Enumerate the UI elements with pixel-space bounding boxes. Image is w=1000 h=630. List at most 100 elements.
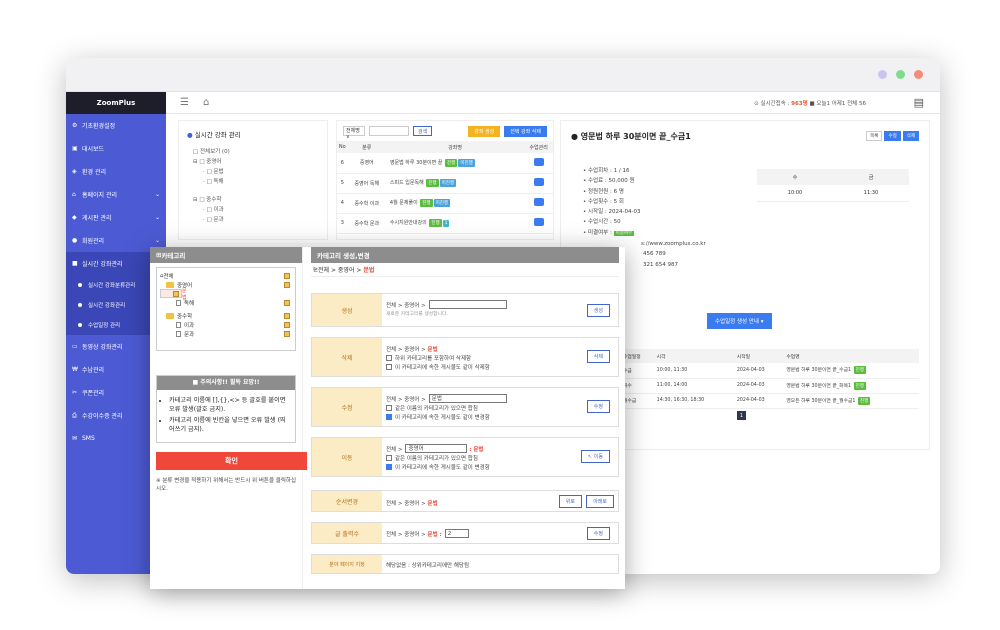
status-badge: 미진행 bbox=[458, 158, 475, 167]
col-header: 수 bbox=[757, 169, 833, 185]
book-icon[interactable]: ▤ bbox=[914, 96, 924, 109]
window-dot-purple[interactable] bbox=[878, 70, 887, 79]
delete-option-2[interactable]: 이 카테고리에 속한 게시물도 같이 삭제함 bbox=[386, 362, 558, 371]
tree-item-folder[interactable]: 중영어 bbox=[160, 280, 292, 289]
row-title[interactable]: 영문법 하루 30분이면 끝 진행 미진행 bbox=[385, 153, 525, 174]
edit-icon[interactable] bbox=[284, 312, 290, 319]
list-button[interactable]: 목록 bbox=[866, 131, 883, 141]
checkbox-checked[interactable] bbox=[386, 413, 392, 420]
checkbox[interactable] bbox=[386, 354, 392, 361]
sidebar-item-homepage[interactable]: ⌂ 홈페이지 관리 ⌄ bbox=[66, 183, 166, 206]
tree-item[interactable]: □ 전체보기 (0) bbox=[193, 147, 327, 157]
create-course-button[interactable]: 강좌 생성 bbox=[468, 125, 501, 137]
menu-icon[interactable]: ☰ bbox=[180, 97, 189, 108]
move-up-button[interactable]: 위로 bbox=[558, 495, 582, 508]
delete-button[interactable]: 삭제 bbox=[586, 350, 610, 363]
tree-item[interactable]: 이과 bbox=[160, 320, 292, 329]
table-row[interactable]: 5 중영어 독해 스피드 입문독해 진행 미진행 bbox=[337, 173, 553, 194]
sidebar-item-dashboard[interactable]: ▣ 대시보드 bbox=[66, 137, 166, 160]
row-title[interactable]: 수시지원안내강의 진행 1 bbox=[385, 213, 525, 234]
col-header: 시작일 bbox=[732, 349, 783, 363]
move-option-1[interactable]: 같은 이름의 카테고리가 있으면 합침 bbox=[386, 453, 558, 462]
window-dot-red[interactable] bbox=[914, 70, 923, 79]
tree-item[interactable]: 문과 bbox=[160, 329, 292, 338]
move-button[interactable]: ↖ 이동 bbox=[581, 450, 610, 463]
table-row[interactable]: 3 중수학 문과 수시지원안내강의 진행 1 bbox=[337, 213, 553, 234]
edit-button[interactable]: 수정 bbox=[884, 131, 901, 141]
video-camera-icon[interactable] bbox=[533, 178, 544, 186]
edit-button[interactable]: 수정 bbox=[586, 400, 610, 413]
tree-item-root[interactable]: ⌂ 전체 bbox=[160, 271, 292, 280]
window-dot-green[interactable] bbox=[896, 70, 905, 79]
checkbox[interactable] bbox=[386, 363, 392, 370]
count-input[interactable]: 2 bbox=[444, 529, 469, 538]
visitor-info: ⊙ 실시간접속 : 963명 ■ 오늘1 어제1 전체 56 bbox=[754, 99, 866, 107]
cell[interactable]: 영모든 하루 30분이면 끝_월수금1 진행 bbox=[782, 393, 919, 409]
filter-select[interactable]: 전체명 ∨ bbox=[343, 126, 365, 140]
schedule-guide-button[interactable]: 수업일정 생성 안내 ▾ bbox=[707, 313, 772, 329]
delete-selected-button[interactable]: 선택 강좌 삭제 bbox=[504, 125, 547, 137]
video-camera-icon[interactable] bbox=[533, 198, 544, 206]
tree-item[interactable]: ⊟ □ 중영어 bbox=[193, 157, 327, 167]
move-down-button[interactable]: 아래로 bbox=[586, 495, 614, 508]
table-row[interactable]: 수금 10:00, 11:30 2024-04-03 영문법 하루 30분이면 … bbox=[619, 363, 919, 379]
titlebar bbox=[66, 58, 940, 92]
table-row[interactable]: 4 중수학 이과 4월 문제풀이 진행 미진행 bbox=[337, 193, 553, 214]
video-camera-icon[interactable] bbox=[533, 218, 544, 226]
edit-icon[interactable] bbox=[284, 321, 290, 328]
pagination-page[interactable]: 1 bbox=[737, 411, 746, 420]
tree-item[interactable]: · □ 문과 bbox=[203, 215, 327, 225]
move-target-select[interactable]: 중영어 bbox=[405, 444, 468, 453]
video-camera-icon[interactable] bbox=[533, 157, 544, 166]
cell: 14:30, 16:30, 18:30 bbox=[652, 393, 733, 409]
cell[interactable]: 영문법 하루 30분이면 끝_화목1 진행 bbox=[782, 378, 919, 394]
info-line: • 수업회차 : 1 / 16 bbox=[583, 168, 630, 174]
tree-item[interactable]: 독해 bbox=[160, 298, 292, 307]
edit-icon[interactable] bbox=[284, 281, 290, 288]
sidebar-item-board[interactable]: ◆ 게시판 관리 ⌄ bbox=[66, 206, 166, 229]
row-title[interactable]: 스피드 입문독해 진행 미진행 bbox=[385, 173, 525, 194]
search-button[interactable]: 검색 bbox=[413, 126, 433, 136]
app-logo[interactable]: ZoomPlus bbox=[66, 92, 166, 114]
create-button[interactable]: 생성 bbox=[586, 304, 610, 317]
table-row[interactable]: 6 중영어 영문법 하루 30분이면 끝 진행 미진행 bbox=[337, 153, 553, 174]
sidebar-item-label: 회원관리 bbox=[82, 238, 105, 245]
sidebar-item-label: 게시판 관리 bbox=[82, 215, 112, 222]
row-label: 이동 bbox=[312, 438, 382, 476]
edit-name-input[interactable]: 문법 bbox=[428, 394, 507, 403]
checkbox-checked[interactable] bbox=[386, 463, 392, 470]
table-row[interactable]: 월수금 14:30, 16:30, 18:30 2024-04-03 영모든 하… bbox=[619, 393, 919, 409]
delete-button[interactable]: 삭제 bbox=[902, 131, 919, 141]
sidebar-item-settings[interactable]: ⚙ 기초환경설정 bbox=[66, 114, 166, 137]
tree-item-selected[interactable]: 문법 bbox=[160, 288, 187, 301]
row-current: 문법 : bbox=[427, 531, 442, 538]
edit-option-1[interactable]: 같은 이름의 카테고리가 있으면 합침 bbox=[386, 403, 558, 412]
delete-option-1[interactable]: 하위 카테고리를 포함하여 삭제함 bbox=[386, 353, 558, 362]
video-cell bbox=[524, 213, 553, 234]
edit-icon[interactable] bbox=[173, 290, 179, 297]
option-label: 이 카테고리에 속한 게시물도 같이 삭제함 bbox=[395, 364, 490, 371]
table-row[interactable]: 화수 11:00, 14:00 2024-04-03 영문법 하루 30분이면 … bbox=[619, 378, 919, 394]
checkbox[interactable] bbox=[386, 454, 392, 461]
sidebar-item-environment[interactable]: ◈ 환경 관리 bbox=[66, 160, 166, 183]
row-title[interactable]: 4월 문제풀이 진행 미진행 bbox=[385, 193, 525, 214]
edit-icon[interactable] bbox=[284, 330, 290, 337]
create-name-input[interactable] bbox=[428, 300, 507, 309]
status-badge: 진행 bbox=[445, 158, 458, 167]
search-input[interactable] bbox=[369, 126, 409, 136]
edit-icon[interactable] bbox=[284, 299, 290, 306]
edit-icon[interactable] bbox=[284, 272, 290, 279]
move-option-2[interactable]: 이 카테고리에 속한 게시물도 같이 변경함 bbox=[386, 462, 558, 471]
tree-item[interactable]: · □ 독해 bbox=[203, 177, 327, 187]
home-icon[interactable]: ⌂ bbox=[203, 97, 209, 108]
tree-item[interactable]: · □ 문법 bbox=[203, 167, 327, 177]
checkbox[interactable] bbox=[386, 404, 392, 411]
edit-option-2[interactable]: 이 카테고리에 속한 게시물도 같이 변경함 bbox=[386, 412, 558, 421]
count-save-button[interactable]: 수정 bbox=[586, 527, 610, 540]
order-row: 순서변경 전체 > 중영어 > 문법 위로 아래로 bbox=[311, 490, 619, 512]
cell[interactable]: 영문법 하루 30분이면 끝_수금1 진행 bbox=[782, 363, 919, 379]
confirm-button[interactable]: 확인 bbox=[156, 452, 307, 470]
tree-item-folder[interactable]: 중수학 bbox=[160, 311, 292, 320]
tree-item[interactable]: · □ 이과 bbox=[203, 205, 327, 215]
tree-item[interactable]: ⊟ □ 중수학 bbox=[193, 195, 327, 205]
